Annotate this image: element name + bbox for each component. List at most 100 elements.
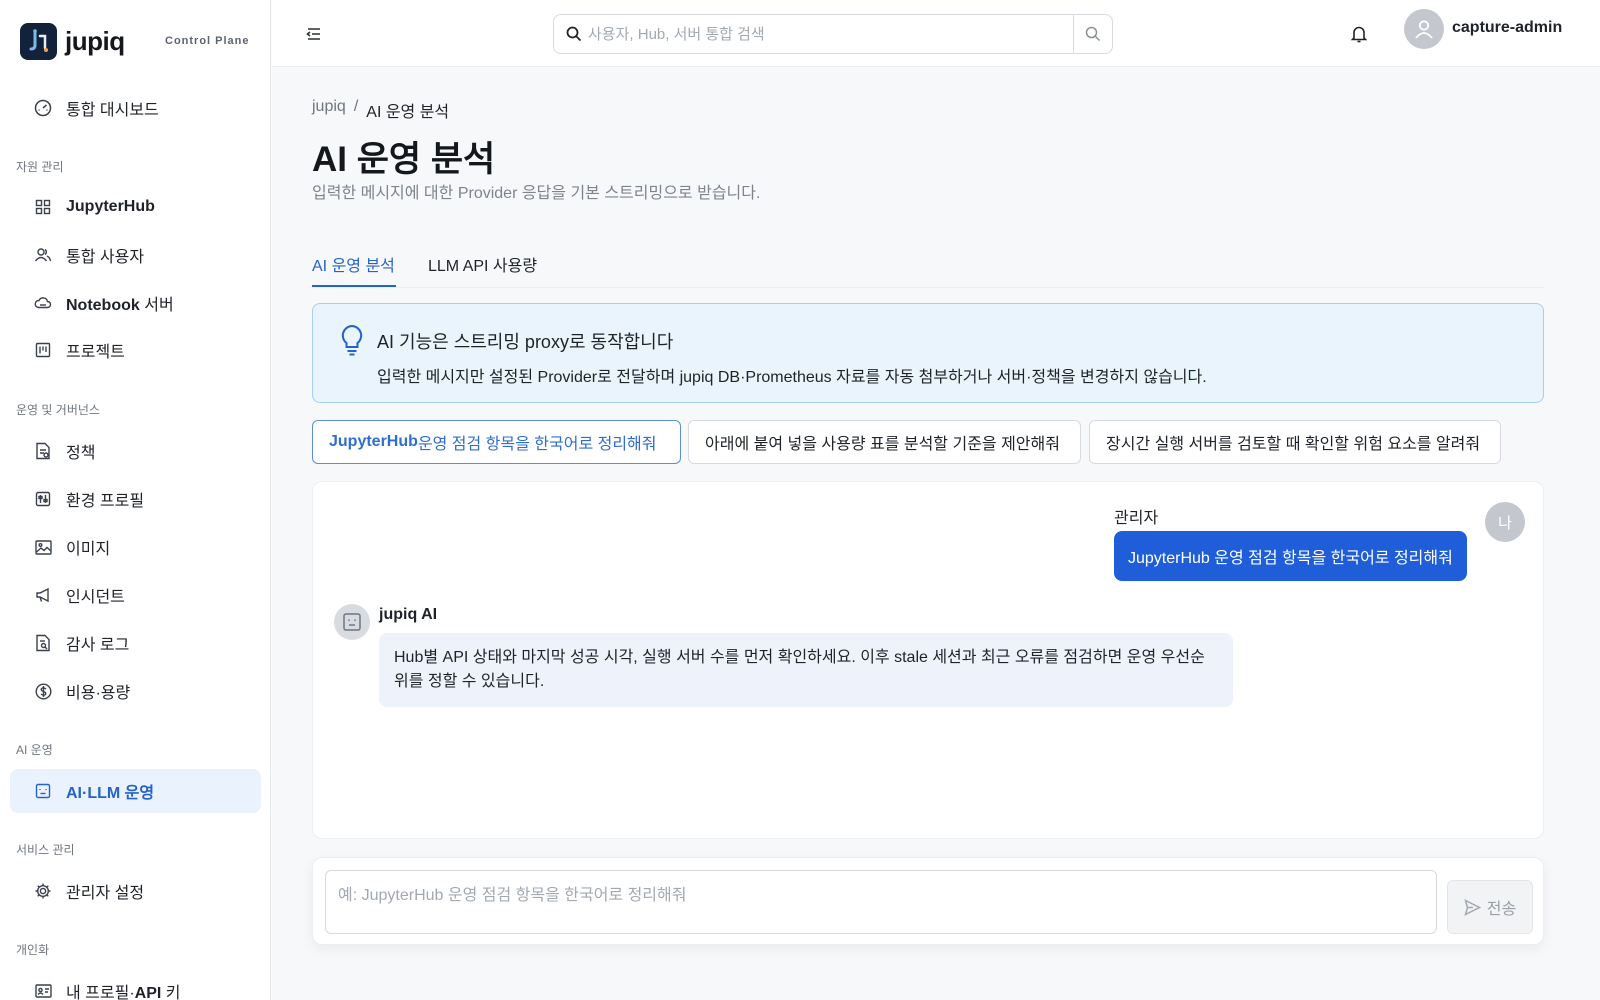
notice-body: 입력한 메시지만 설정된 Provider로 전달하며 jupiq DB·Pro…: [377, 369, 1207, 386]
global-search: [553, 14, 1113, 54]
send-icon: [1464, 898, 1481, 916]
ai-message-author: jupiq AI: [379, 606, 438, 623]
sidebar-item-incidents[interactable]: 인시던트: [10, 573, 261, 617]
user-message-author: 관리자: [1114, 510, 1159, 527]
sidebar-item-label: AI·LLM 운영: [66, 779, 154, 803]
sidebar-item-images[interactable]: 이미지: [10, 525, 261, 569]
sidebar-item-env-profile[interactable]: 환경 프로필: [10, 477, 261, 521]
avatar[interactable]: [1404, 9, 1444, 49]
breadcrumb-root[interactable]: jupiq: [312, 98, 346, 122]
notice-title: AI 기능은 스트리밍 proxy로 동작합니다: [377, 332, 674, 352]
tab-ai-analysis[interactable]: AI 운영 분석: [312, 252, 395, 276]
breadcrumb: jupiq / AI 운영 분석: [312, 98, 449, 122]
sidebar-item-label: Notebook 서버: [66, 291, 174, 315]
search-icon: [566, 26, 582, 42]
message-input[interactable]: [325, 870, 1437, 934]
sidebar-item-label: 내 프로필·API 키: [66, 979, 181, 1000]
tab-bar: AI 운영 분석 LLM API 사용량: [312, 240, 1544, 288]
page-subtitle: 입력한 메시지에 대한 Provider 응답을 기본 스트리밍으로 받습니다.: [312, 185, 761, 202]
sidebar-item-label: 환경 프로필: [66, 493, 145, 510]
suggestion-chip[interactable]: 아래에 붙여 넣을 사용량 표를 분석할 기준을 제안해줘: [688, 420, 1081, 464]
grid-icon: [34, 198, 52, 216]
sidebar-item-dashboard[interactable]: 통합 대시보드: [10, 86, 261, 130]
page-title-rest: 운영 분석: [347, 140, 496, 179]
suggestion-chip-bold: JupyterHub: [329, 433, 418, 450]
sidebar-item-cost[interactable]: 비용·용량: [10, 669, 261, 713]
brand-subtitle: Control Plane: [165, 35, 250, 47]
sidebar-item-admin-settings[interactable]: 관리자 설정: [10, 869, 261, 913]
sidebar-item-label-bold: AI·LLM: [66, 785, 121, 802]
sidebar-item-label-rest: 서버: [139, 297, 174, 314]
top-header: capture-admin: [272, 0, 1600, 67]
id-card-icon: [34, 982, 52, 1000]
gear-icon: [34, 882, 52, 900]
search-button[interactable]: [1073, 15, 1112, 53]
lightbulb-icon: [339, 324, 365, 356]
sidebar-section-service: 서비스 관리: [16, 843, 75, 857]
sidebar-section-ai: AI 운영: [16, 743, 53, 757]
sidebar-item-label-bold: API: [134, 985, 162, 1000]
sidebar-item-users[interactable]: 통합 사용자: [10, 233, 261, 277]
policy-doc-icon: [34, 442, 52, 460]
sidebar-section-resources: 자원 관리: [16, 160, 64, 174]
ai-message-bubble: Hub별 API 상태와 마지막 성공 시각, 실행 서버 수를 먼저 확인하세…: [379, 633, 1233, 707]
megaphone-icon: [34, 586, 52, 604]
sidebar-item-label: 인시던트: [66, 589, 125, 606]
info-notice: AI 기능은 스트리밍 proxy로 동작합니다 입력한 메시지만 설정된 Pr…: [312, 303, 1544, 403]
sidebar-item-label: 통합 사용자: [66, 249, 145, 266]
message-composer: 전송: [312, 857, 1544, 945]
page-title: AI 운영 분석: [312, 131, 495, 182]
brand-name: jupiq: [65, 25, 125, 56]
chat-panel: 관리자 JupyterHub 운영 점검 항목을 한국어로 정리해줘 나 jup…: [312, 481, 1544, 839]
send-button-label: 전송: [1486, 901, 1517, 918]
sidebar-item-policy[interactable]: 정책: [10, 429, 261, 473]
sidebar-item-label-part-c: 키: [161, 985, 181, 1000]
bell-icon[interactable]: [1350, 24, 1368, 44]
breadcrumb-current: AI 운영 분석: [366, 104, 450, 121]
sidebar-item-label: 통합 대시보드: [66, 102, 159, 119]
sidebar-item-label: JupyterHub: [66, 198, 155, 215]
sidebar-item-notebook[interactable]: Notebook 서버: [10, 281, 261, 325]
user-icon: [1415, 20, 1433, 39]
sidebar-item-ai-llm[interactable]: AI·LLM 운영: [10, 769, 261, 813]
search-input[interactable]: [588, 25, 1068, 43]
jupiq-logo-icon: [20, 22, 57, 60]
robot-icon: [334, 604, 370, 640]
sidebar-item-label: 관리자 설정: [66, 885, 145, 902]
sidebar-section-governance: 운영 및 거버넌스: [16, 403, 100, 417]
sidebar-item-audit-log[interactable]: 감사 로그: [10, 621, 261, 665]
suggestion-chip[interactable]: JupyterHub 운영 점검 항목을 한국어로 정리해줘: [312, 420, 681, 464]
user-message-bubble: JupyterHub 운영 점검 항목을 한국어로 정리해줘: [1114, 531, 1467, 581]
gauge-icon: [34, 99, 52, 117]
users-icon: [34, 246, 52, 264]
robot-icon: [34, 782, 52, 800]
suggestion-chip-rest: 운영 점검 항목을 한국어로 정리해줘: [417, 436, 657, 453]
user-avatar: 나: [1485, 502, 1525, 542]
sidebar-item-label: 이미지: [66, 541, 111, 558]
dollar-circle-icon: [34, 682, 52, 700]
breadcrumb-separator: /: [353, 98, 359, 115]
sidebar-item-jupyterhub[interactable]: JupyterHub: [10, 185, 261, 229]
brand[interactable]: jupiq: [20, 22, 125, 60]
sidebar-item-projects[interactable]: 프로젝트: [10, 328, 261, 372]
sidebar-item-label-rest: 운영: [120, 785, 155, 802]
sidebar: jupiq Control Plane 통합 대시보드 자원 관리 Jupyte…: [0, 0, 271, 1000]
suggestion-chip[interactable]: 장시간 실행 서버를 검토할 때 확인할 위험 요소를 알려줘: [1089, 420, 1501, 464]
page-title-bold: AI: [312, 140, 347, 179]
search-icon: [1085, 26, 1101, 42]
sidebar-item-label: 비용·용량: [66, 685, 131, 702]
menu-collapse-icon[interactable]: [304, 24, 324, 44]
username[interactable]: capture-admin: [1452, 19, 1562, 37]
sidebar-section-personal: 개인화: [16, 943, 50, 957]
sidebar-item-profile[interactable]: 내 프로필·API 키: [10, 969, 261, 1000]
sidebar-item-label-bold: Notebook: [66, 297, 140, 314]
active-tab-indicator: [312, 285, 396, 287]
audit-doc-icon: [34, 634, 52, 652]
kanban-icon: [34, 341, 52, 359]
cloud-icon: [34, 294, 52, 312]
sidebar-item-label-part-a: 내 프로필·: [66, 985, 135, 1000]
image-icon: [34, 538, 52, 556]
tab-llm-usage[interactable]: LLM API 사용량: [428, 252, 537, 276]
send-button[interactable]: 전송: [1447, 880, 1533, 934]
sidebar-item-label: 프로젝트: [66, 344, 125, 361]
